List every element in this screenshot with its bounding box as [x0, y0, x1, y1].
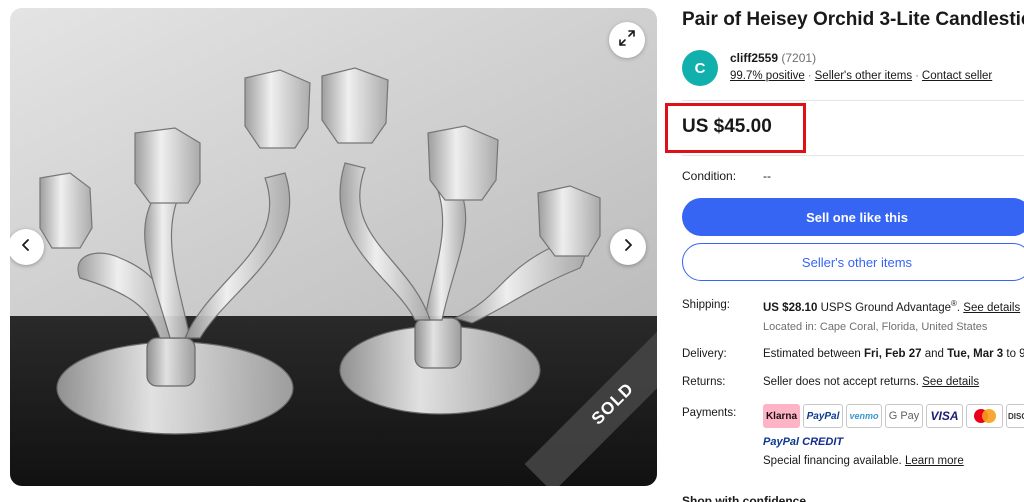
sell-one-like-this-button[interactable]: Sell one like this: [682, 198, 1024, 236]
expand-arrows-icon: [618, 29, 636, 52]
separator: ·: [807, 70, 812, 82]
shop-with-confidence-heading: Shop with confidence: [682, 494, 807, 502]
listing-price: US $45.00: [682, 116, 772, 137]
expand-image-button[interactable]: [609, 22, 645, 58]
seller-positive-link[interactable]: 99.7% positive: [730, 70, 805, 82]
klarna-icon: Klarna: [763, 404, 800, 428]
shipping-service: USPS Ground Advantage: [820, 301, 951, 314]
seller-links: 99.7% positive · Seller's other items · Cont…: [730, 70, 992, 82]
delivery-value: Estimated between Fri, Feb 27 and Tue, M…: [763, 348, 1024, 360]
image-gallery[interactable]: SOLD: [10, 8, 657, 486]
returns-label: Returns:: [682, 376, 726, 388]
sellers-other-items-button[interactable]: Seller's other items: [682, 243, 1024, 281]
avatar-initial: C: [694, 59, 706, 77]
discover-label: DISCOVER: [1008, 411, 1024, 421]
payments-label: Payments:: [682, 407, 737, 419]
seller-avatar[interactable]: C: [682, 50, 718, 86]
financing-text: Special financing available.: [763, 455, 902, 467]
returns-text: Seller does not accept returns.: [763, 376, 919, 388]
delivery-and: and: [924, 348, 944, 360]
seller-name[interactable]: cliff2559: [730, 51, 778, 65]
shipping-see-details-link[interactable]: See details: [963, 302, 1020, 314]
sellers-other-items-link[interactable]: Seller's other items: [815, 70, 912, 82]
chevron-right-icon: [621, 238, 635, 257]
listing-title: Pair of Heisey Orchid 3-Lite Candlestick…: [682, 9, 1024, 30]
delivery-start: Fri, Feb 27: [864, 348, 922, 360]
product-photo[interactable]: [10, 8, 657, 486]
special-financing: Special financing available. Learn more: [763, 455, 964, 467]
paypal-credit-word2: CREDIT: [802, 436, 844, 448]
next-image-button[interactable]: [610, 229, 646, 265]
item-location: Located in: Cape Coral, Florida, United …: [763, 321, 988, 333]
seller-name-line: cliff2559 (7201): [730, 51, 816, 65]
delivery-prefix: Estimated between: [763, 348, 861, 360]
venmo-icon: venmo: [846, 404, 882, 428]
google-pay-icon: G Pay: [885, 404, 923, 428]
returns-value: Seller does not accept returns. See deta…: [763, 376, 979, 388]
divider: [682, 155, 1024, 156]
paypal-credit-word1: PayPal: [763, 436, 800, 448]
mastercard-icon: [966, 404, 1003, 428]
shipping-value: US $28.10 USPS Ground Advantage®. See de…: [763, 299, 1020, 314]
condition-value: --: [763, 169, 771, 183]
shipping-cost: US $28.10: [763, 301, 818, 314]
learn-more-link[interactable]: Learn more: [905, 455, 964, 467]
delivery-label: Delivery:: [682, 348, 727, 360]
payment-methods: Klarna PayPal venmo G Pay VISA DISCOVER: [763, 404, 1024, 428]
discover-icon: DISCOVER: [1006, 404, 1024, 428]
condition-label: Condition:: [682, 169, 737, 183]
returns-see-details-link[interactable]: See details: [922, 376, 979, 388]
delivery-end: Tue, Mar 3: [947, 348, 1004, 360]
shipping-label: Shipping:: [682, 299, 730, 311]
separator: ·: [915, 70, 919, 82]
shipping-period: .: [956, 301, 961, 314]
seller-feedback-count: (7201): [781, 51, 817, 65]
divider: [682, 100, 1024, 101]
chevron-left-icon: [19, 238, 33, 257]
listing-info-panel: Pair of Heisey Orchid 3-Lite Candlestick…: [665, 0, 1024, 502]
paypal-icon: PayPal: [803, 404, 843, 428]
delivery-suffix: to 981: [1006, 348, 1024, 360]
paypal-credit-logo: PayPal CREDIT: [763, 436, 843, 448]
contact-seller-link[interactable]: Contact seller: [922, 70, 992, 82]
visa-icon: VISA: [926, 404, 963, 428]
